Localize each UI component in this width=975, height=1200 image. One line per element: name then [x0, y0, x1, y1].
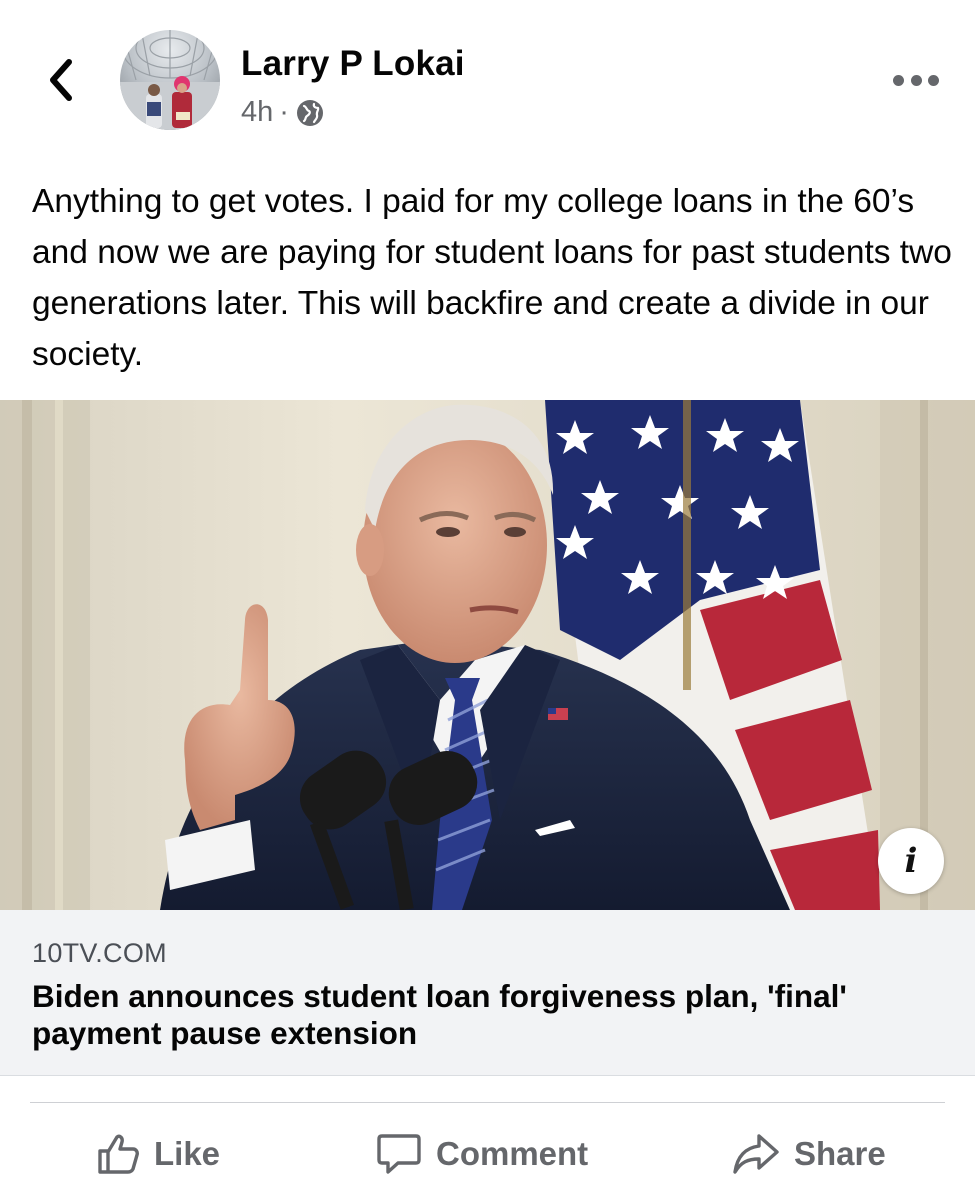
- more-horizontal-icon: [893, 74, 904, 86]
- comment-label: Comment: [436, 1135, 589, 1172]
- post-text: Anything to get votes. I paid for my col…: [32, 183, 952, 373]
- like-button[interactable]: Like: [96, 1124, 220, 1184]
- chevron-left-icon: [50, 59, 72, 101]
- meta-separator: ·: [279, 96, 289, 128]
- author-name[interactable]: Larry P Lokai: [241, 44, 465, 84]
- share-arrow-icon: [733, 1134, 779, 1174]
- link-preview-info[interactable]: 10TV.COM Biden announces student loan fo…: [0, 910, 975, 1076]
- info-button[interactable]: i: [878, 828, 944, 894]
- link-preview-image[interactable]: [0, 400, 975, 910]
- more-options-button[interactable]: [893, 68, 939, 92]
- link-title[interactable]: Biden announces student loan forgiveness…: [32, 978, 952, 1052]
- share-button[interactable]: Share: [732, 1124, 886, 1184]
- comment-bubble-icon: [377, 1134, 421, 1174]
- link-domain: 10TV.COM: [32, 938, 167, 968]
- post-actions: Like Comment Share: [0, 1110, 975, 1200]
- thumbs-up-icon: [98, 1134, 139, 1174]
- link-preview-card[interactable]: i 10TV.COM Biden announces student loan …: [0, 400, 975, 1076]
- comment-button[interactable]: Comment: [376, 1124, 588, 1184]
- like-label: Like: [154, 1135, 221, 1172]
- share-label: Share: [794, 1135, 886, 1172]
- post-header: Larry P Lokai 4h ·: [0, 0, 975, 150]
- globe-icon: [295, 98, 325, 128]
- post-time[interactable]: 4h: [241, 96, 273, 129]
- post-meta: 4h ·: [241, 96, 325, 129]
- actions-divider: [30, 1102, 945, 1103]
- avatar[interactable]: [120, 30, 220, 130]
- back-button[interactable]: [40, 56, 80, 104]
